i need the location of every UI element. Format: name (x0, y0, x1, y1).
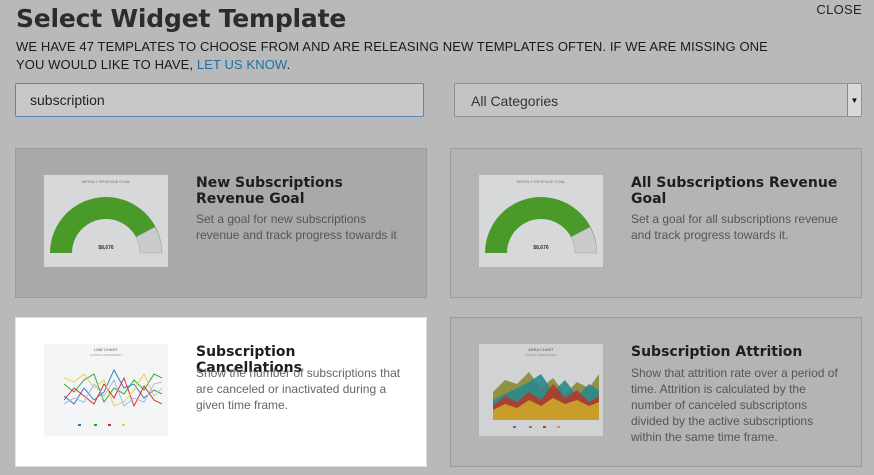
gauge-thumbnail: WEEKLY REVENUE GOAL $8,676 (479, 175, 603, 267)
template-title: All Subscriptions Revenue Goal (631, 175, 838, 207)
search-input[interactable] (15, 83, 424, 117)
gauge-value: $8,676 (533, 245, 549, 251)
chevron-down-icon[interactable]: ▼ (847, 84, 861, 116)
thumb-title: AREA CHART (528, 347, 554, 352)
template-title: New Subscriptions Revenue Goal (196, 175, 343, 207)
thumb-title: LINE CHART (94, 347, 118, 352)
thumb-subtitle: SOURCE: MICROMARKET (525, 353, 557, 357)
thumb-title: WEEKLY REVENUE GOAL (82, 179, 132, 184)
close-button[interactable]: CLOSE (816, 2, 862, 17)
template-description: Set a goal for new subscriptions revenue… (196, 212, 397, 242)
legend (78, 424, 125, 426)
let-us-know-link[interactable]: LET US KNOW (197, 57, 287, 72)
line-chart-thumbnail: LINE CHART SOURCE: MICROMARKET (44, 344, 168, 436)
page-title: Select Widget Template (16, 4, 347, 33)
thumb-title: WEEKLY REVENUE GOAL (517, 179, 567, 184)
area-chart-thumbnail: AREA CHART SOURCE: MICROMARKET (479, 344, 603, 436)
intro-text: WE HAVE 47 TEMPLATES TO CHOOSE FROM AND … (16, 38, 796, 74)
template-card-all-subscriptions-revenue-goal[interactable]: WEEKLY REVENUE GOAL $8,676 All Subscript… (450, 148, 862, 298)
category-select[interactable]: All Categories ▼ (454, 83, 862, 117)
template-card-subscription-attrition[interactable]: AREA CHART SOURCE: MICROMARKET Subscript… (450, 317, 862, 467)
intro-period: . (286, 57, 291, 72)
template-description: Show that attrition rate over a period o… (631, 366, 838, 444)
thumb-subtitle: SOURCE: MICROMARKET (90, 353, 122, 357)
template-title: Subscription Attrition (631, 344, 803, 360)
template-card-new-subscriptions-revenue-goal[interactable]: WEEKLY REVENUE GOAL $8,676 New Subscript… (15, 148, 427, 298)
template-description: Set a goal for all subscriptions revenue… (631, 212, 838, 242)
gauge-thumbnail: WEEKLY REVENUE GOAL $8,676 (44, 175, 168, 267)
category-select-value: All Categories (471, 93, 559, 109)
template-card-subscription-cancellations[interactable]: LINE CHART SOURCE: MICROMARKET Subscript… (15, 317, 427, 467)
legend (513, 426, 560, 428)
intro-message: WE HAVE 47 TEMPLATES TO CHOOSE FROM AND … (16, 39, 768, 72)
gauge-value: $8,676 (98, 245, 114, 251)
template-description: Show the number of subscriptions that ar… (196, 366, 401, 412)
